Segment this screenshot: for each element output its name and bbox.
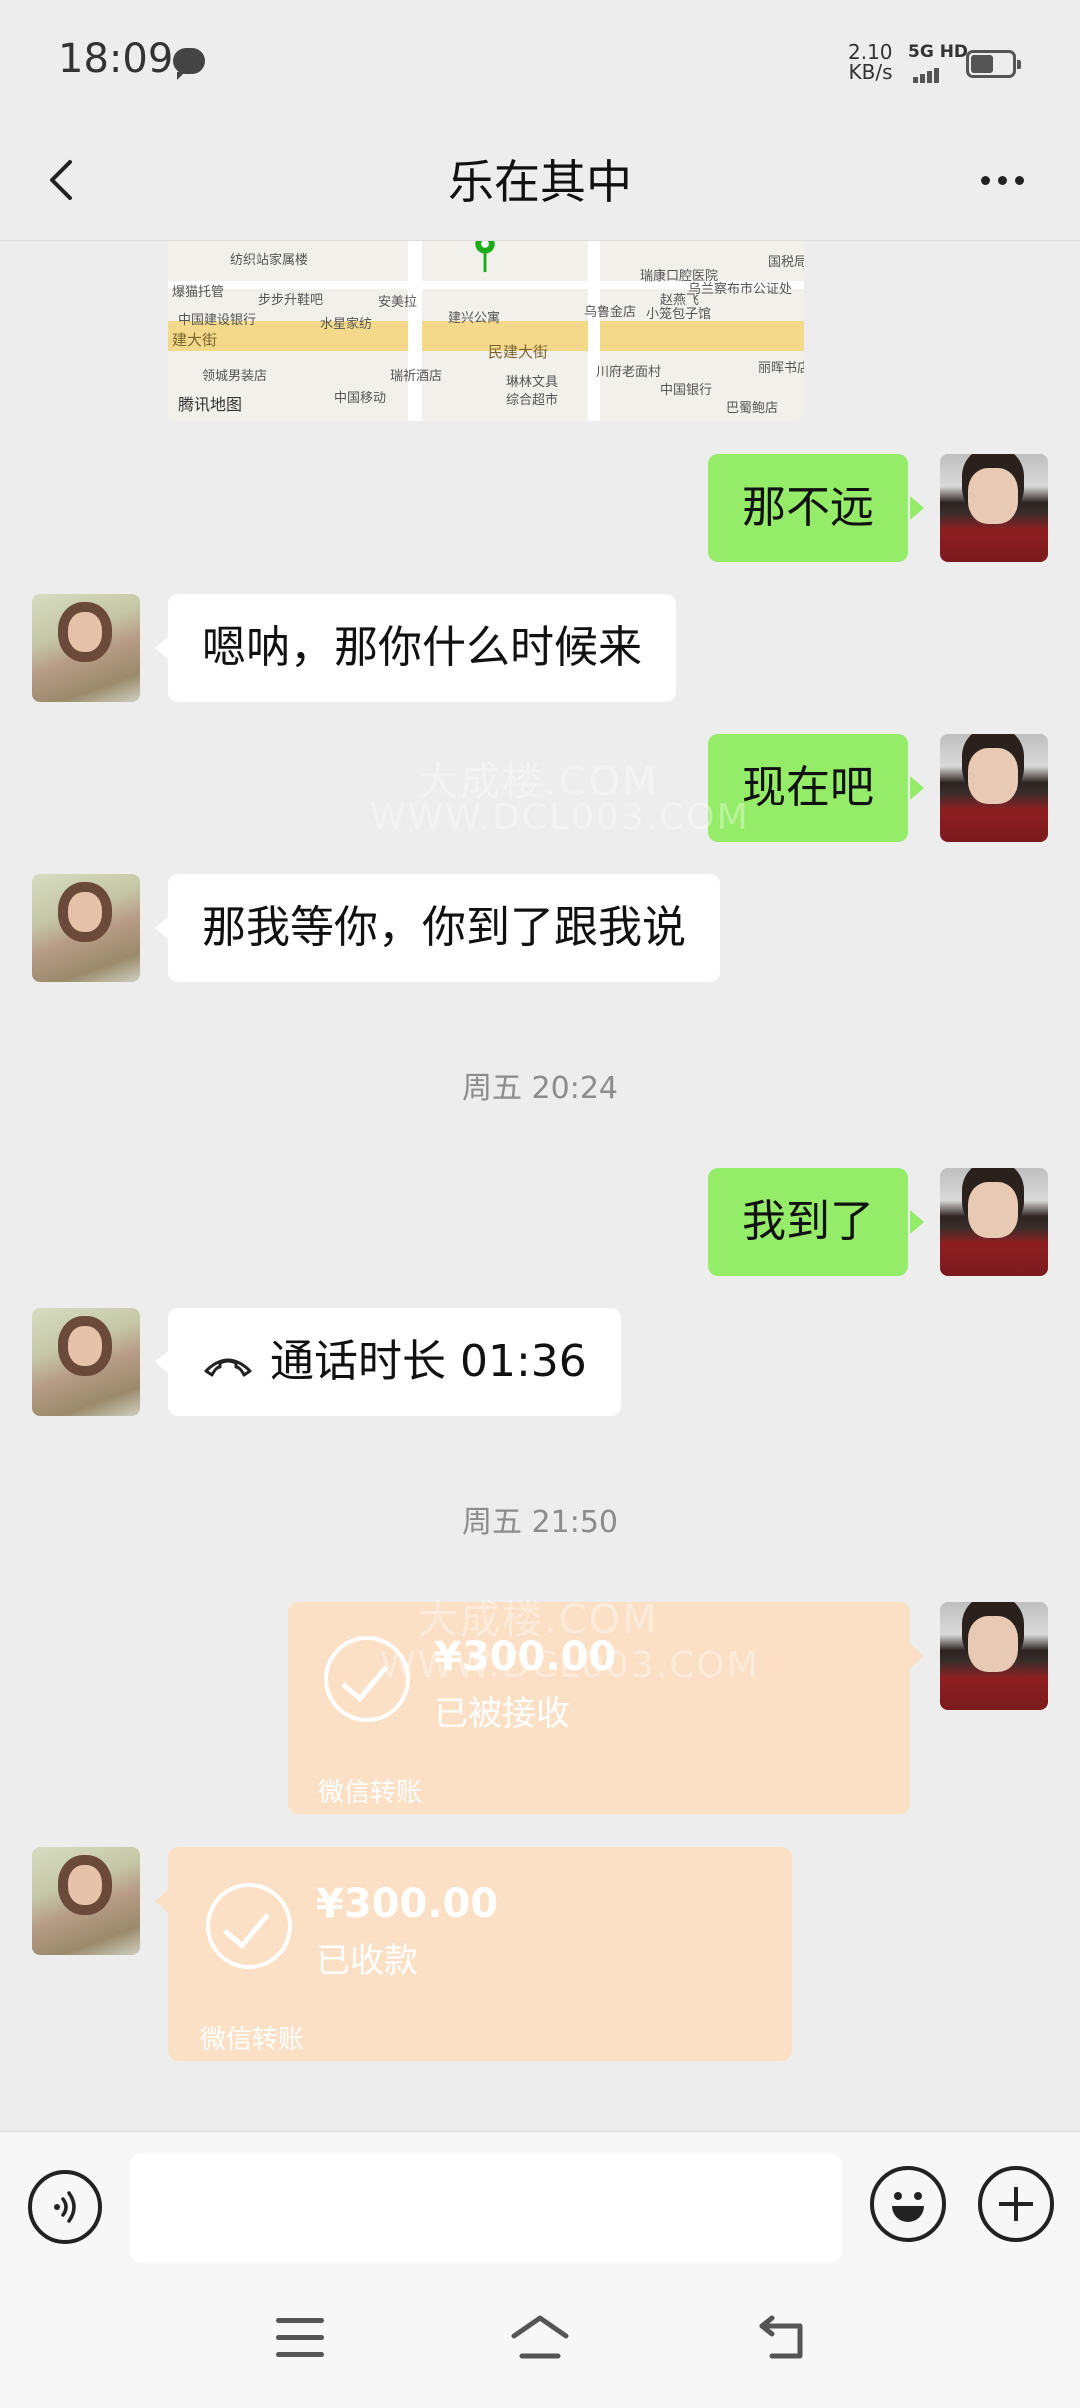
voice-icon [54, 2191, 76, 2223]
chat-messages[interactable]: 纺织站家属楼 步步升鞋吧 中国建设银行 安美拉 水星家纺 建兴公寓 乌鲁金店 赵… [0, 241, 1080, 2131]
network-speed-value: 2.10 [848, 40, 893, 64]
outgoing-message[interactable]: 我到了 [708, 1168, 908, 1276]
map-label: 小笼包子馆 [646, 307, 712, 322]
message-input[interactable] [130, 2154, 842, 2262]
bubble-tail [910, 776, 924, 800]
outgoing-message[interactable]: 那不远 [708, 454, 908, 562]
map-label: 爆猫托管 [172, 285, 225, 300]
map-label: 巴蜀鲍店 [726, 401, 779, 416]
more-dot-icon [980, 175, 990, 185]
message-timestamp: 周五 21:50 [462, 1505, 618, 1540]
emoji-eye [894, 2192, 902, 2200]
message-notification-icon [173, 48, 205, 80]
transfer-status: 已被接收 [434, 1694, 570, 1734]
avatar[interactable] [940, 1602, 1048, 1710]
map-label: 琳林文具 [506, 375, 559, 390]
system-navigation-bar [0, 2282, 1080, 2408]
map-label: 步步升鞋吧 [258, 293, 324, 308]
recent-apps-button[interactable] [276, 2318, 324, 2358]
bubble-tail [910, 1210, 924, 1234]
map-label: 中国建设银行 [178, 313, 257, 328]
chat-header: 乐在其中 [0, 120, 1080, 241]
network-speed-unit: KB/s [848, 60, 893, 84]
map-label: 国税局 [768, 255, 804, 270]
bubble-tail [910, 1644, 924, 1668]
emoji-eye [914, 2192, 922, 2200]
map-label: 纺织站家属楼 [230, 253, 309, 268]
transfer-amount: ¥300.00 [316, 1881, 499, 1927]
location-map-card[interactable]: 纺织站家属楼 步步升鞋吧 中国建设银行 安美拉 水星家纺 建兴公寓 乌鲁金店 赵… [168, 241, 804, 421]
check-circle-icon [206, 1883, 292, 1969]
map-label: 安美拉 [378, 295, 418, 310]
voice-input-button[interactable] [28, 2170, 102, 2244]
map-label: 瑞祈酒店 [390, 369, 443, 384]
map-label: 中国移动 [334, 391, 387, 406]
location-pin-icon [475, 241, 495, 273]
call-record-message[interactable]: 通话时长 01:36 [168, 1308, 621, 1416]
transfer-status: 已收款 [316, 1941, 418, 1981]
home-icon [511, 2315, 569, 2359]
status-bar: 18:09 2.10 KB/s 5G HD [0, 0, 1080, 120]
transfer-label: 微信转账 [200, 2025, 305, 2055]
bubble-tail [155, 916, 169, 940]
transfer-card-sent[interactable]: ¥300.00 已被接收 微信转账 [288, 1602, 910, 1814]
bubble-tail [155, 1889, 169, 1913]
call-duration-text: 通话时长 01:36 [270, 1336, 587, 1387]
check-circle-icon [324, 1636, 410, 1722]
map-label: 乌鲁金店 [584, 305, 637, 320]
avatar[interactable] [32, 1308, 140, 1416]
outgoing-message[interactable]: 现在吧 [708, 734, 908, 842]
map-label: 水星家纺 [320, 317, 373, 332]
network-type: 5G HD [908, 42, 969, 62]
avatar[interactable] [32, 874, 140, 982]
avatar[interactable] [940, 454, 1048, 562]
transfer-card-received[interactable]: ¥300.00 已收款 微信转账 [168, 1847, 792, 2061]
more-options-button[interactable] [972, 150, 1032, 210]
transfer-amount: ¥300.00 [434, 1634, 617, 1680]
map-label: 乌兰察布市公证处 [688, 282, 793, 297]
back-arrow-icon [759, 2315, 803, 2359]
emoji-button[interactable] [870, 2166, 946, 2242]
avatar[interactable] [32, 1847, 140, 1955]
map-label: 综合超市 [506, 393, 559, 408]
incoming-message[interactable]: 那我等你，你到了跟我说 [168, 874, 720, 982]
message-timestamp: 周五 20:24 [462, 1071, 618, 1106]
more-functions-button[interactable] [978, 2166, 1054, 2242]
signal-icon [913, 64, 953, 83]
input-bar [0, 2131, 1080, 2282]
map-road [408, 241, 422, 421]
map-label: 建兴公寓 [448, 311, 501, 326]
map-road-label: 建大街 [172, 331, 218, 349]
transfer-label: 微信转账 [318, 1778, 423, 1808]
bubble-tail [155, 636, 169, 660]
battery-icon [966, 50, 1021, 78]
incoming-message[interactable]: 嗯呐，那你什么时候来 [168, 594, 676, 702]
avatar[interactable] [940, 734, 1048, 842]
map-road-label: 民建大街 [488, 343, 549, 361]
avatar[interactable] [32, 594, 140, 702]
map-attribution: 腾讯地图 [178, 395, 243, 414]
phone-hangup-icon [204, 1358, 252, 1377]
chat-title: 乐在其中 [448, 155, 632, 209]
bubble-tail [910, 496, 924, 520]
map-label: 中国银行 [660, 383, 713, 398]
watermark: WWW.DCL003.COM [370, 797, 750, 838]
map-label: 丽晖书店 [758, 361, 804, 376]
bubble-tail [155, 1350, 169, 1374]
avatar[interactable] [940, 1168, 1048, 1276]
watermark: 大成楼.COM [418, 759, 659, 805]
home-button[interactable] [508, 2312, 572, 2364]
map-label: 川府老面村 [596, 365, 662, 380]
map-road [588, 241, 600, 421]
status-time: 18:09 [58, 36, 174, 82]
emoji-mouth [892, 2206, 924, 2222]
more-dot-icon [997, 175, 1007, 185]
map-label: 领城男装店 [202, 369, 268, 384]
system-back-button[interactable] [756, 2314, 808, 2362]
more-dot-icon [1014, 175, 1024, 185]
network-speed: 2.10 KB/s [848, 42, 893, 82]
